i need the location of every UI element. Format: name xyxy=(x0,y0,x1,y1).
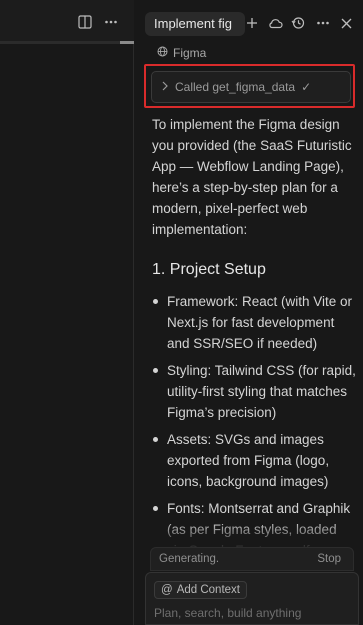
scroll-fade xyxy=(135,520,363,550)
bullet-dot xyxy=(153,506,158,511)
bullet-dot xyxy=(153,437,158,442)
add-context-label: Add Context xyxy=(176,584,240,596)
chat-composer: @ Add Context xyxy=(145,572,359,625)
chat-header: Implement fig xyxy=(135,0,363,44)
bullet-dot xyxy=(153,368,158,373)
assistant-message-intro: To implement the Figma design you provid… xyxy=(152,117,352,237)
add-icon[interactable] xyxy=(244,15,260,31)
section-heading: 1. Project Setup xyxy=(152,261,266,278)
tool-source: Figma xyxy=(157,45,206,61)
generation-status: Generating. Stop xyxy=(150,547,354,571)
cloud-icon[interactable] xyxy=(267,15,283,31)
status-text: Generating. xyxy=(159,553,220,565)
tab-chat[interactable]: Implement fig xyxy=(145,12,245,36)
list-item-text: Framework: React (with Vite or Next.js f… xyxy=(167,294,353,351)
chat-input[interactable] xyxy=(154,606,350,620)
list-item-text: Assets: SVGs and images exported from Fi… xyxy=(167,432,330,489)
editor-area xyxy=(0,0,134,625)
add-context-button[interactable]: @ Add Context xyxy=(154,581,247,599)
highlight-box xyxy=(144,64,355,108)
bullet-dot xyxy=(153,299,158,304)
at-sign-icon: @ xyxy=(161,584,173,596)
split-editor-icon[interactable] xyxy=(77,14,93,30)
globe-icon xyxy=(157,46,168,60)
editor-tab-underline xyxy=(0,41,134,44)
history-icon[interactable] xyxy=(290,15,306,31)
list-item-text: Styling: Tailwind CSS (for rapid, utilit… xyxy=(167,363,356,420)
chat-panel: Implement fig Figma Called get_figma_dat… xyxy=(135,0,363,625)
more-icon[interactable] xyxy=(103,14,119,30)
editor-tab-accent xyxy=(120,41,134,44)
list-item: Assets: SVGs and images exported from Fi… xyxy=(152,429,357,492)
stop-button[interactable]: Stop xyxy=(317,553,341,565)
list-item: Framework: React (with Vite or Next.js f… xyxy=(152,291,357,354)
more-icon[interactable] xyxy=(315,15,331,31)
list-item: Styling: Tailwind CSS (for rapid, utilit… xyxy=(152,360,357,423)
close-icon[interactable] xyxy=(338,15,354,31)
tool-source-label: Figma xyxy=(173,46,207,60)
